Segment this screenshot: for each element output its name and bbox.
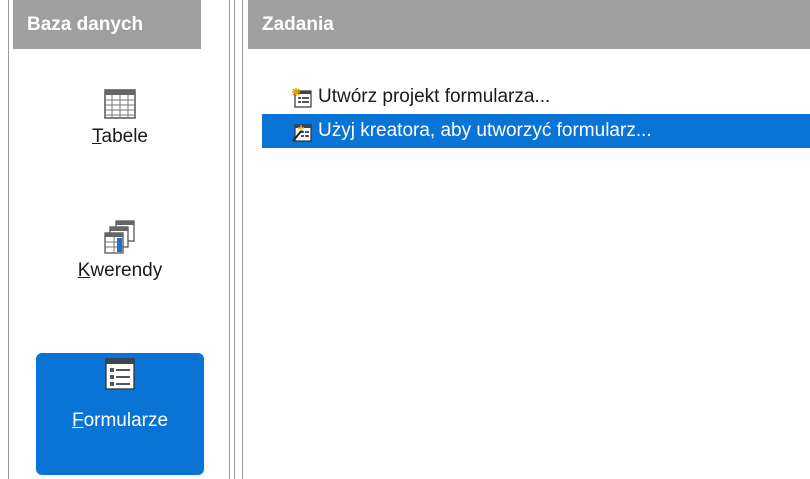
sidebar-item-queries[interactable]: Kwerendy xyxy=(36,220,204,282)
table-icon xyxy=(104,89,136,119)
task-label: Utwórz projekt formularza... xyxy=(318,86,551,107)
left-border xyxy=(8,0,9,479)
divider-line-3 xyxy=(242,0,243,479)
form-icon xyxy=(105,358,135,390)
sidebar-item-tables[interactable]: Tabele xyxy=(36,88,204,148)
database-panel-header: Baza danych xyxy=(13,0,201,49)
divider-line-1 xyxy=(229,0,230,479)
sidebar-item-label: Formularze xyxy=(71,410,169,431)
task-use-form-wizard[interactable]: Użyj kreatora, aby utworzyć formularz... xyxy=(262,114,810,148)
form-wizard-icon xyxy=(292,124,312,142)
sidebar-item-label: Kwerendy xyxy=(77,260,163,281)
divider-line-2 xyxy=(234,0,235,479)
sidebar-item-forms[interactable]: Formularze xyxy=(36,353,204,475)
task-label: Użyj kreatora, aby utworzyć formularz... xyxy=(318,120,652,141)
task-create-form-design[interactable]: Utwórz projekt formularza... xyxy=(262,80,682,114)
query-icon xyxy=(104,220,135,254)
tasks-panel-header: Zadania xyxy=(248,0,810,49)
sidebar-item-label: Tabele xyxy=(92,126,148,147)
form-design-icon xyxy=(292,88,312,108)
